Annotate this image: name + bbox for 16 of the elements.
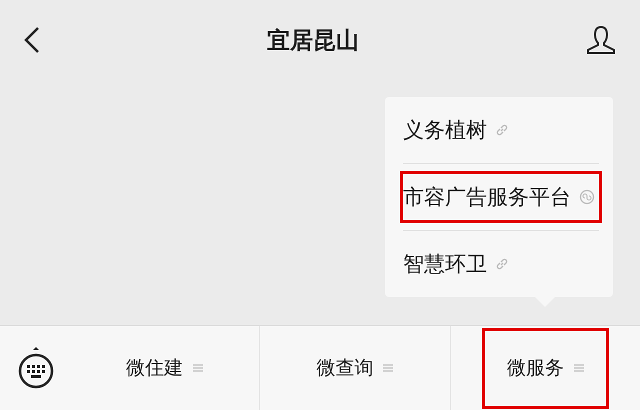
profile-icon[interactable] (586, 25, 616, 55)
popup-menu-item[interactable]: 智慧环卫 (403, 231, 599, 297)
list-icon (193, 363, 204, 373)
menu-tab[interactable]: 微住建 (104, 326, 226, 410)
window-title: 宜居昆山 (267, 26, 359, 56)
list-icon (383, 363, 394, 373)
popup-menu-item[interactable]: 市容广告服务平台 (393, 164, 609, 230)
link-icon (495, 257, 509, 271)
popup-menu-item[interactable]: 义务植树 (403, 97, 599, 163)
back-icon[interactable] (24, 26, 40, 54)
link-icon (495, 123, 509, 137)
menu-tab[interactable]: 微服务 (482, 328, 609, 408)
list-icon (574, 363, 584, 373)
menu-tab[interactable]: 微查询 (294, 326, 416, 410)
keyboard-icon[interactable] (16, 346, 56, 390)
mini-program-icon (579, 189, 595, 205)
